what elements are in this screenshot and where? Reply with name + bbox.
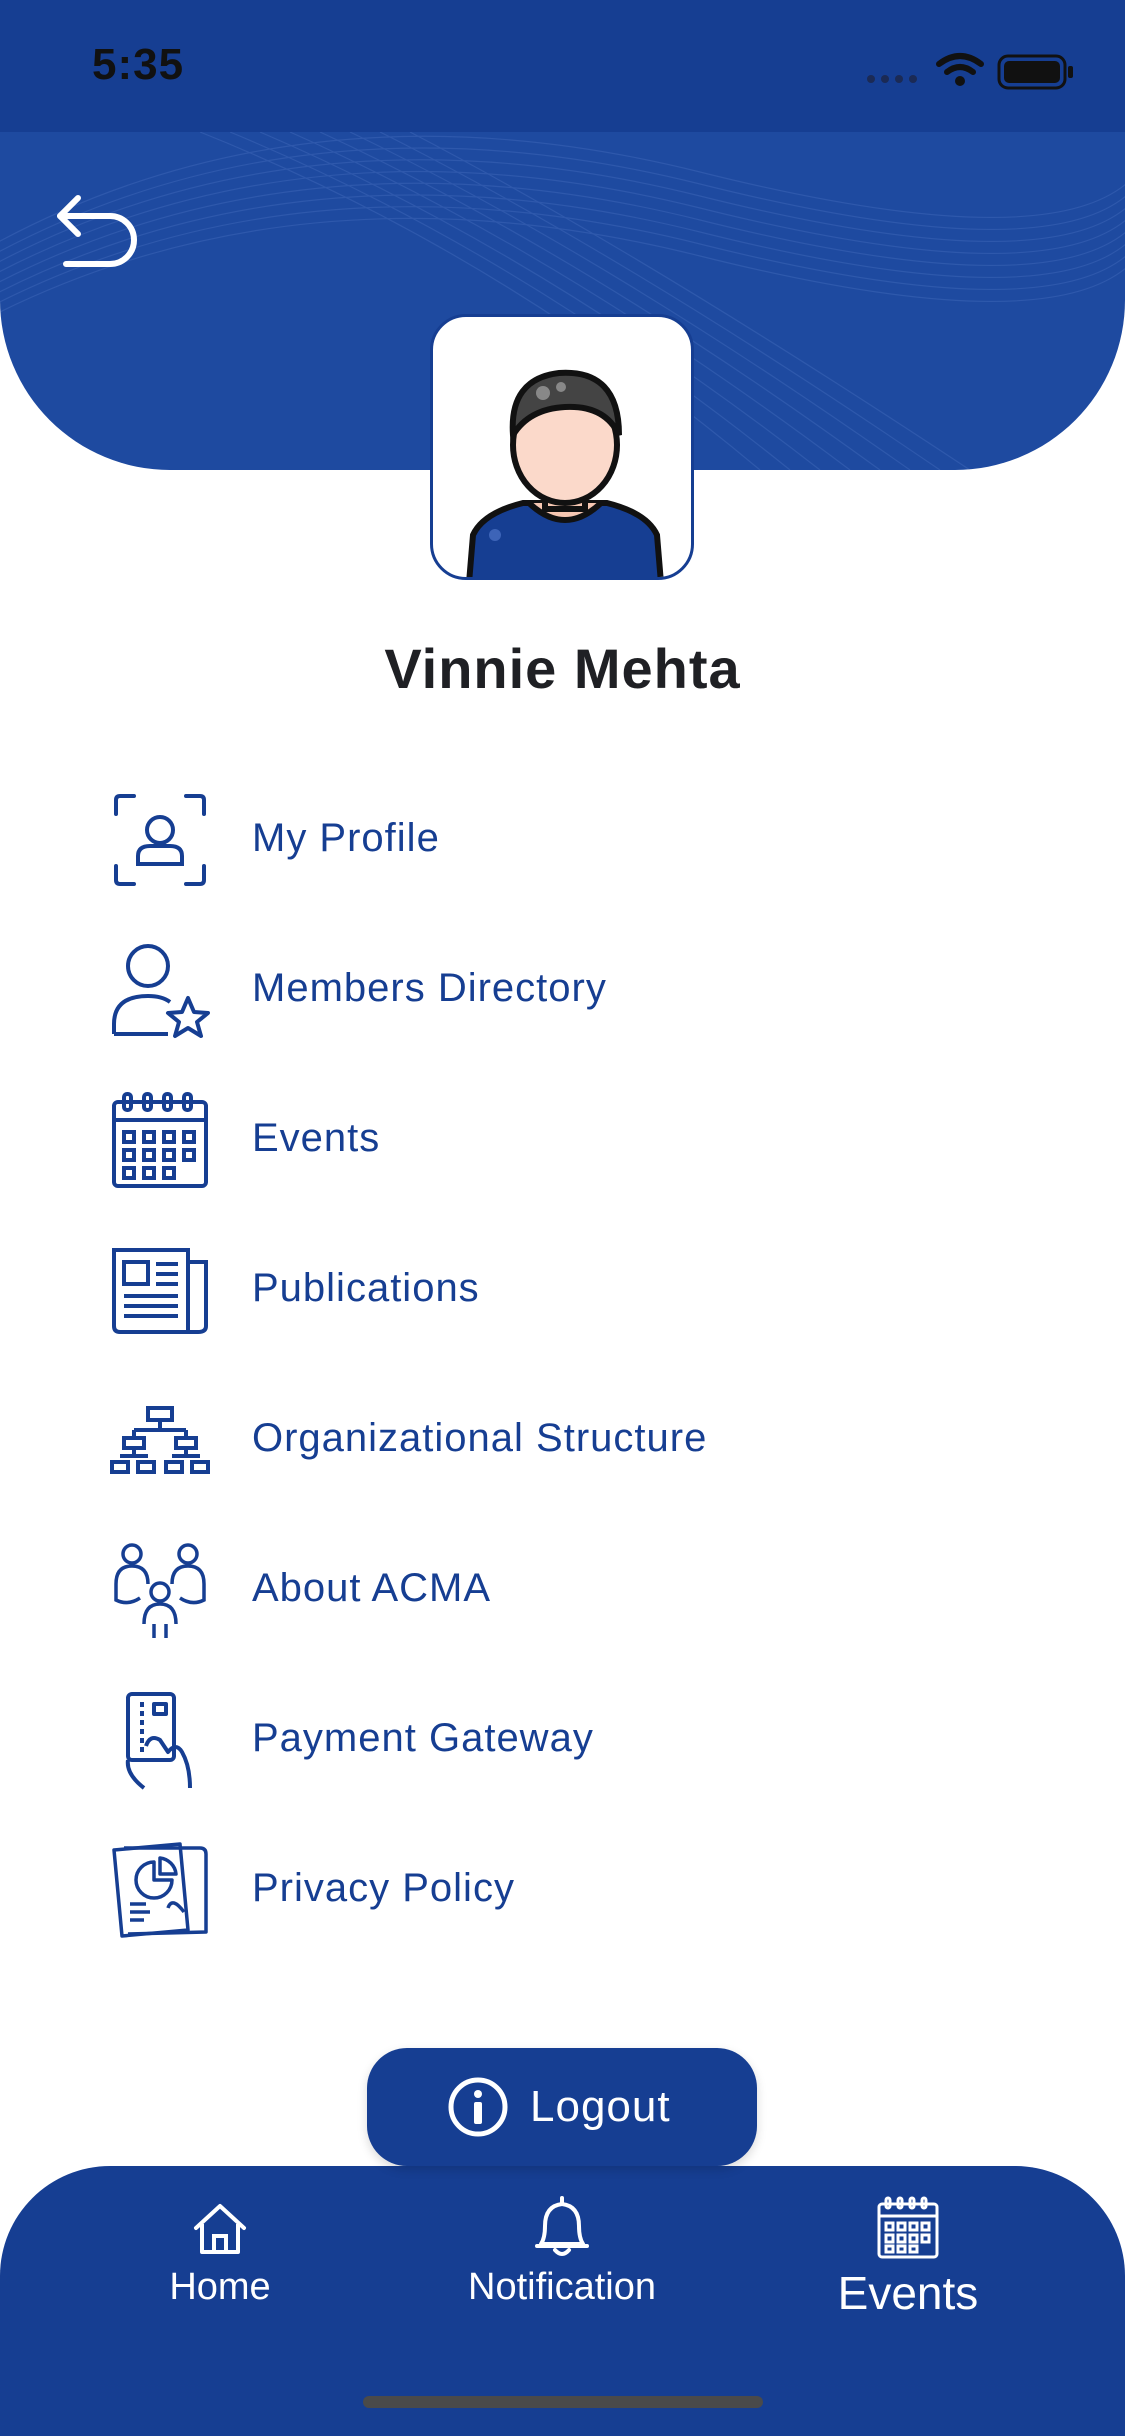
menu-label: Members Directory bbox=[252, 966, 607, 1010]
calendar-icon bbox=[112, 1092, 208, 1188]
calendar-icon bbox=[877, 2196, 939, 2259]
nav-notification-label: Notification bbox=[468, 2266, 656, 2308]
profile-scan-icon bbox=[114, 794, 206, 886]
document-chart-icon bbox=[112, 1842, 208, 1938]
battery-icon bbox=[997, 54, 1073, 90]
status-icons bbox=[861, 46, 1081, 96]
home-indicator[interactable] bbox=[363, 2396, 763, 2408]
menu-label: My Profile bbox=[252, 816, 440, 860]
menu-item-my-profile[interactable]: My Profile bbox=[110, 780, 1010, 900]
newspaper-icon bbox=[112, 1248, 208, 1334]
menu-label: Payment Gateway bbox=[252, 1716, 594, 1760]
card-hand-icon bbox=[125, 1692, 192, 1790]
menu-item-privacy-policy[interactable]: Privacy Policy bbox=[110, 1830, 1010, 1950]
back-button[interactable] bbox=[48, 186, 148, 276]
logout-button[interactable]: Logout bbox=[367, 2048, 757, 2166]
logout-label: Logout bbox=[530, 2082, 671, 2131]
menu-label: Privacy Policy bbox=[252, 1866, 515, 1910]
user-avatar-icon bbox=[466, 369, 664, 577]
menu-item-organizational-structure[interactable]: Organizational Structure bbox=[110, 1380, 1010, 1500]
menu-label: Publications bbox=[252, 1266, 480, 1310]
menu-item-payment-gateway[interactable]: Payment Gateway bbox=[110, 1680, 1010, 1800]
menu-item-about-acma[interactable]: About ACMA bbox=[110, 1530, 1010, 1650]
menu-item-members-directory[interactable]: Members Directory bbox=[110, 930, 1010, 1050]
team-icon bbox=[114, 1543, 206, 1638]
org-chart-icon bbox=[110, 1406, 210, 1474]
status-bar: 5:35 bbox=[0, 0, 1125, 132]
avatar bbox=[430, 314, 694, 580]
nav-events-label: Events bbox=[837, 2267, 979, 2319]
back-arrow-icon bbox=[57, 195, 137, 267]
menu-item-publications[interactable]: Publications bbox=[110, 1230, 1010, 1350]
signal-icon bbox=[867, 75, 917, 83]
nav-notification[interactable]: Notification bbox=[432, 2166, 692, 2346]
user-name: Vinnie Mehta bbox=[384, 637, 741, 700]
menu-label: Events bbox=[252, 1116, 381, 1160]
nav-events[interactable]: Events bbox=[808, 2166, 1008, 2346]
nav-home-label: Home bbox=[169, 2266, 271, 2308]
status-time: 5:35 bbox=[92, 40, 185, 89]
menu-label: Organizational Structure bbox=[252, 1416, 708, 1460]
home-icon bbox=[194, 2204, 246, 2254]
nav-home[interactable]: Home bbox=[130, 2166, 310, 2346]
wifi-icon bbox=[936, 53, 984, 75]
member-star-icon bbox=[112, 944, 210, 1038]
menu-item-events[interactable]: Events bbox=[110, 1080, 1010, 1200]
menu-label: About ACMA bbox=[252, 1566, 492, 1610]
info-icon bbox=[448, 2077, 508, 2137]
bell-icon bbox=[535, 2196, 589, 2256]
